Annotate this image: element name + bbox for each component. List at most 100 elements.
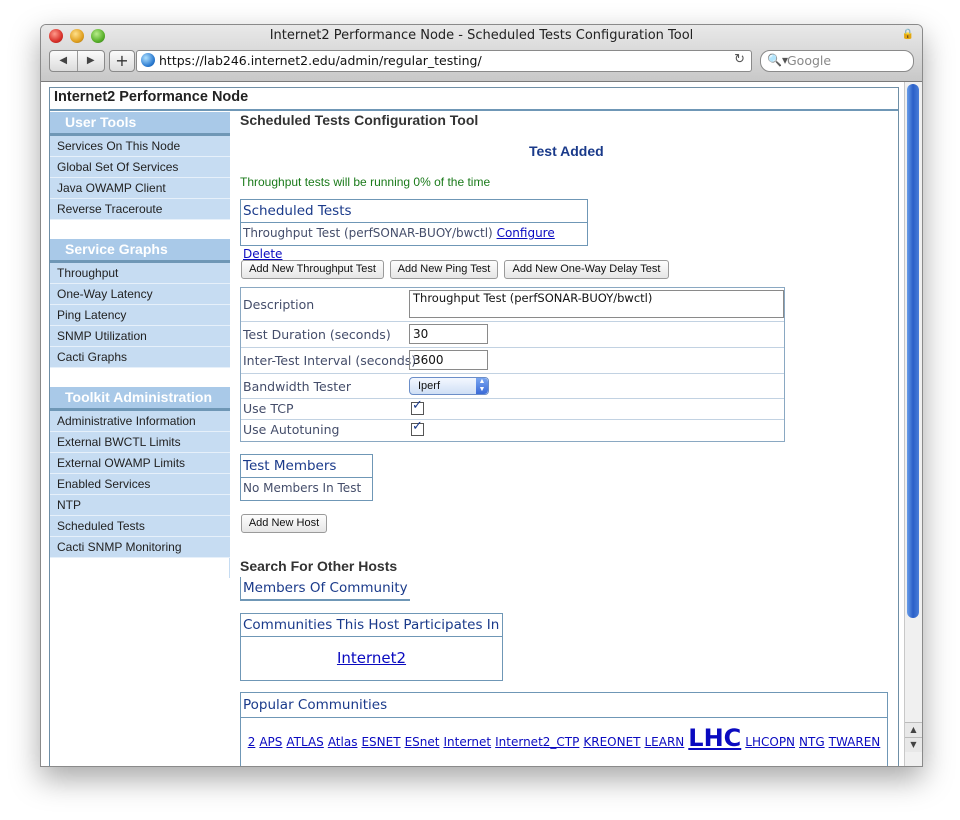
test-members-table: Test Members No Members In Test [240, 454, 373, 501]
search-icon: 🔍▾ [767, 53, 788, 67]
community-tag-link[interactable]: APS [259, 735, 282, 749]
community-tag-link[interactable]: 2 [248, 735, 256, 749]
sidebar-item-cacti-snmp-monitoring[interactable]: Cacti SNMP Monitoring [50, 537, 230, 558]
community-tag-link[interactable]: Internet2_CTP [495, 735, 579, 749]
sidebar-item-ping-latency[interactable]: Ping Latency [50, 305, 230, 326]
members-of-community-box: Members Of Community [240, 577, 410, 601]
chevron-up-down-icon: ▲ ▼ [476, 378, 488, 394]
community-tag-link[interactable]: NTG [799, 735, 825, 749]
description-row: Description Throughput Test (perfSONAR-B… [241, 288, 784, 322]
sidebar-item-external-bwctl-limits[interactable]: External BWCTL Limits [50, 432, 230, 453]
vertical-scrollbar[interactable]: ▲ ▼ [904, 82, 922, 766]
participating-communities-cell: Internet2 [241, 648, 502, 667]
web-page: Internet2 Performance Node User Tools Se… [49, 87, 899, 766]
checkmark-icon: ✓ [412, 419, 423, 434]
scheduled-test-row: Throughput Test (perfSONAR-BUOY/bwctl) C… [241, 223, 587, 265]
sidebar-item-throughput[interactable]: Throughput [50, 263, 230, 284]
sidebar-item-administrative-information[interactable]: Administrative Information [50, 411, 230, 432]
scroll-down-arrow-icon[interactable]: ▼ [905, 737, 922, 752]
search-field[interactable]: 🔍▾ Google [760, 50, 914, 72]
browser-window: Internet2 Performance Node - Scheduled T… [40, 24, 923, 767]
globe-icon [141, 53, 155, 67]
running-note: Throughput tests will be running 0% of t… [240, 175, 491, 189]
community-tag-link[interactable]: ESNET [361, 735, 400, 749]
autotuning-row: Use Autotuning ✓ [241, 419, 784, 440]
community-tag-link[interactable]: LEARN [644, 735, 684, 749]
back-arrow-icon[interactable]: ◀ [50, 51, 78, 71]
sidebar-item-enabled-services[interactable]: Enabled Services [50, 474, 230, 495]
participating-communities-heading: Communities This Host Participates In [241, 614, 502, 637]
sidebar-item-scheduled-tests[interactable]: Scheduled Tests [50, 516, 230, 537]
tester-label: Bandwidth Tester [243, 379, 351, 394]
sidebar-heading-service-graphs: Service Graphs [50, 239, 230, 263]
scroll-up-arrow-icon[interactable]: ▲ [905, 722, 922, 737]
duration-label: Test Duration (seconds) [243, 327, 391, 342]
sidebar-item-cacti-graphs[interactable]: Cacti Graphs [50, 347, 230, 368]
popular-communities-heading: Popular Communities [241, 693, 887, 718]
use-tcp-checkbox[interactable]: ✓ [411, 398, 424, 415]
sidebar-heading-user-tools: User Tools [50, 112, 230, 136]
community-tag-link[interactable]: ESnet [405, 735, 440, 749]
popular-communities-table: Popular Communities 2 APS ATLAS Atlas ESNET E… [240, 692, 888, 766]
tester-row: Bandwidth Tester Iperf ▲ ▼ [241, 374, 784, 399]
members-of-community-heading[interactable]: Members Of Community [241, 577, 410, 601]
community-tag-link[interactable]: Atlas [328, 735, 358, 749]
sidebar-item-global-set-of-services[interactable]: Global Set Of Services [50, 157, 230, 178]
duration-row: Test Duration (seconds) 30 [241, 322, 784, 348]
sidebar-item-services-on-this-node[interactable]: Services On This Node [50, 136, 230, 157]
search-placeholder: Google [787, 53, 832, 68]
autotuning-label: Use Autotuning [243, 422, 340, 437]
sidebar-heading-toolkit-administration: Toolkit Administration [50, 387, 230, 411]
checkmark-icon: ✓ [412, 398, 423, 413]
use-autotuning-checkbox[interactable]: ✓ [411, 419, 424, 436]
bandwidth-tester-select[interactable]: Iperf ▲ ▼ [409, 377, 489, 395]
interval-label: Inter-Test Interval (seconds) [243, 353, 417, 368]
lock-icon: 🔒 [901, 29, 914, 40]
add-new-host-button[interactable]: Add New Host [241, 514, 327, 533]
sidebar-item-external-owamp-limits[interactable]: External OWAMP Limits [50, 453, 230, 474]
scheduled-test-name: Throughput Test (perfSONAR-BUOY/bwctl) [243, 226, 493, 240]
configure-link[interactable]: Configure [497, 226, 555, 240]
delete-link[interactable]: Delete [243, 247, 282, 261]
participating-communities-table: Communities This Host Participates In In… [240, 613, 503, 681]
add-one-way-delay-test-button[interactable]: Add New One-Way Delay Test [504, 260, 669, 279]
add-throughput-test-button[interactable]: Add New Throughput Test [241, 260, 384, 279]
community-tag-link[interactable]: KREONET [583, 735, 640, 749]
scheduled-tests-table: Scheduled Tests Throughput Test (perfSON… [240, 199, 588, 261]
duration-input[interactable]: 30 [409, 324, 488, 344]
site-title: Internet2 Performance Node [54, 89, 249, 105]
scrollbar-thumb[interactable] [907, 84, 919, 618]
sidebar-item-reverse-traceroute[interactable]: Reverse Traceroute [50, 199, 230, 220]
forward-arrow-icon[interactable]: ▶ [78, 51, 105, 71]
window-title: Internet2 Performance Node - Scheduled T… [269, 28, 694, 43]
main-content: Scheduled Tests Configuration Tool Test … [240, 112, 890, 766]
bandwidth-tester-value: Iperf [418, 380, 441, 392]
tcp-row: Use TCP ✓ [241, 398, 784, 420]
address-text[interactable]: https://lab246.internet2.edu/admin/regul… [159, 53, 482, 68]
address-bar[interactable]: https://lab246.internet2.edu/admin/regul… [136, 50, 752, 72]
sidebar-item-ntp[interactable]: NTP [50, 495, 230, 516]
community-tag-link[interactable]: LHCOPN [745, 735, 795, 749]
internet2-community-link[interactable]: Internet2 [337, 649, 406, 667]
search-hosts-heading: Search For Other Hosts [240, 558, 398, 574]
test-config-form: Description Throughput Test (perfSONAR-B… [240, 287, 785, 442]
add-ping-test-button[interactable]: Add New Ping Test [390, 260, 498, 279]
status-message: Test Added [529, 143, 604, 159]
description-field[interactable]: Throughput Test (perfSONAR-BUOY/bwctl) [409, 290, 784, 318]
community-tag-link[interactable]: ATLAS [286, 735, 323, 749]
test-members-empty: No Members In Test [243, 481, 362, 495]
reload-icon[interactable]: ↻ [734, 52, 745, 67]
sidebar-item-one-way-latency[interactable]: One-Way Latency [50, 284, 230, 305]
sidebar-item-java-owamp-client[interactable]: Java OWAMP Client [50, 178, 230, 199]
tcp-label: Use TCP [243, 401, 294, 416]
community-tag-link[interactable]: LHC [688, 724, 741, 752]
site-header: Internet2 Performance Node [50, 88, 898, 111]
description-label: Description [243, 297, 315, 312]
tag-cloud: 2 APS ATLAS Atlas ESNET ESnet Internet Internet… [241, 724, 887, 752]
community-tag-link[interactable]: Internet [443, 735, 491, 749]
add-bookmark-button[interactable]: + [109, 50, 135, 72]
sidebar-item-snmp-utilization[interactable]: SNMP Utilization [50, 326, 230, 347]
community-tag-link[interactable]: TWAREN [829, 735, 881, 749]
interval-input[interactable]: 3600 [409, 350, 488, 370]
browser-toolbar: Internet2 Performance Node - Scheduled T… [41, 25, 922, 82]
